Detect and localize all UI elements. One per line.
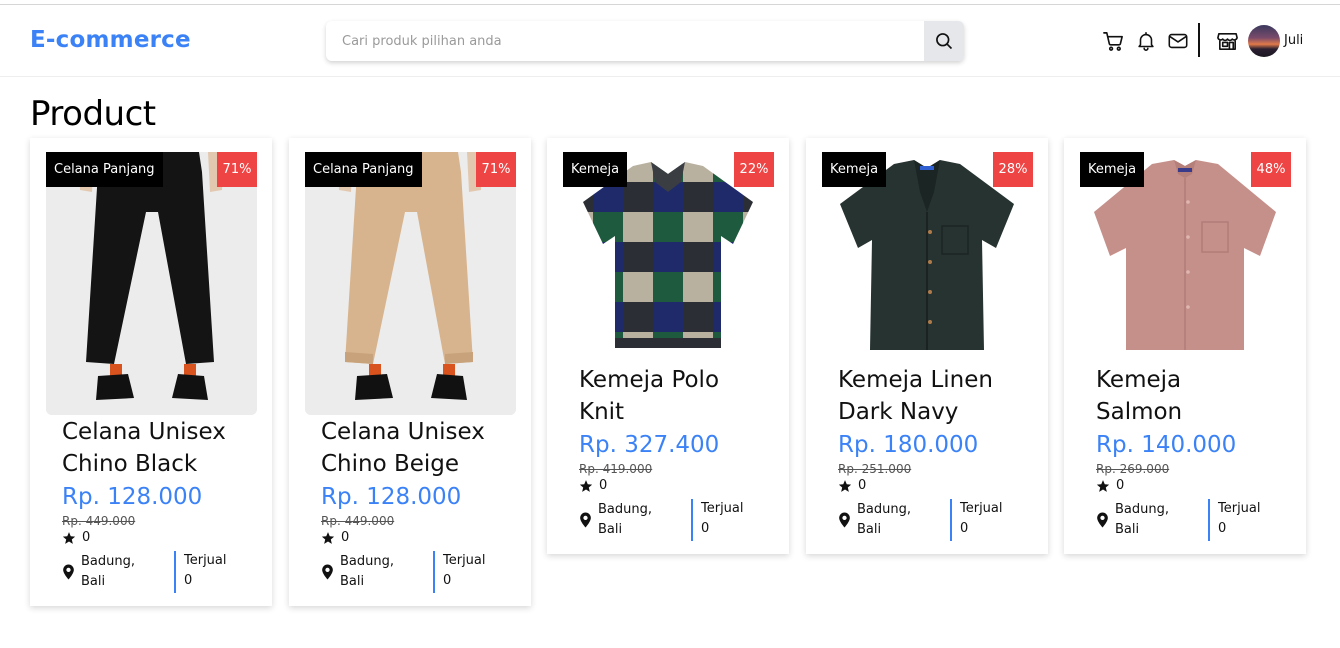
- location: Badung, Bali: [1096, 499, 1208, 541]
- location-pin-icon: [322, 564, 333, 580]
- star-icon: [321, 531, 335, 544]
- user-name[interactable]: Juli: [1284, 33, 1303, 48]
- product-name: Celana Unisex Chino Beige: [321, 419, 485, 477]
- product-name: Kemeja Linen Dark Navy: [838, 367, 993, 425]
- product-price: Rp. 128.000: [62, 484, 203, 510]
- category-badge: Kemeja: [563, 152, 628, 187]
- avatar[interactable]: [1248, 25, 1280, 57]
- original-price: Rp. 449.000: [321, 514, 395, 528]
- bell-icon: [1138, 31, 1154, 51]
- rating: 0: [1096, 478, 1286, 493]
- discount-badge: 22%: [734, 152, 774, 187]
- search-icon: [936, 33, 953, 50]
- mail-icon: [1168, 33, 1188, 49]
- star-icon: [579, 479, 593, 492]
- navbar: E-commerce Juli: [0, 5, 1340, 77]
- product-price: Rp. 180.000: [838, 432, 979, 458]
- store-button[interactable]: [1215, 29, 1239, 53]
- sold-count: Terjual 0: [1208, 499, 1261, 541]
- store-icon: [1216, 32, 1238, 50]
- discount-badge: 48%: [1251, 152, 1291, 187]
- product-card[interactable]: Kemeja 22% Kemeja Polo Knit Rp. 327.400 R…: [547, 138, 789, 554]
- product-price: Rp. 140.000: [1096, 432, 1237, 458]
- sold-count: Terjual 0: [174, 551, 227, 593]
- star-icon: [1096, 479, 1110, 492]
- location-pin-icon: [1097, 512, 1108, 528]
- product-card[interactable]: Kemeja 48% Kemeja Salmon Rp. 140.000 Rp. …: [1064, 138, 1306, 554]
- sold-count: Terjual 0: [950, 499, 1003, 541]
- product-price: Rp. 327.400: [579, 432, 720, 458]
- product-image: [46, 152, 257, 415]
- rating: 0: [62, 530, 252, 545]
- category-badge: Celana Panjang: [46, 152, 163, 187]
- discount-badge: 71%: [217, 152, 257, 187]
- star-icon: [62, 531, 76, 544]
- product-card[interactable]: Celana Panjang 71% Celana Unisex Chino Be…: [289, 138, 531, 606]
- notification-button[interactable]: [1134, 29, 1158, 53]
- rating: 0: [321, 530, 511, 545]
- discount-badge: 71%: [476, 152, 516, 187]
- location: Badung, Bali: [62, 551, 174, 593]
- product-price: Rp. 128.000: [321, 484, 462, 510]
- location-pin-icon: [839, 512, 850, 528]
- location-pin-icon: [580, 512, 591, 528]
- star-icon: [838, 479, 852, 492]
- cart-button[interactable]: [1101, 29, 1125, 53]
- sold-count: Terjual 0: [433, 551, 486, 593]
- cart-icon: [1102, 31, 1123, 51]
- product-image: [305, 152, 516, 415]
- original-price: Rp. 269.000: [1096, 462, 1170, 476]
- search-input[interactable]: [326, 21, 924, 61]
- sold-count: Terjual 0: [691, 499, 744, 541]
- location: Badung, Bali: [321, 551, 433, 593]
- category-badge: Kemeja: [822, 152, 887, 187]
- search-button[interactable]: [924, 21, 964, 61]
- category-badge: Kemeja: [1080, 152, 1145, 187]
- original-price: Rp. 449.000: [62, 514, 136, 528]
- original-price: Rp. 419.000: [579, 462, 653, 476]
- category-badge: Celana Panjang: [305, 152, 422, 187]
- nav-divider: [1198, 23, 1200, 57]
- rating: 0: [579, 478, 769, 493]
- product-name: Celana Unisex Chino Black: [62, 419, 226, 477]
- discount-badge: 28%: [993, 152, 1033, 187]
- product-card[interactable]: Kemeja 28% Kemeja Linen Dark Navy Rp. 180…: [806, 138, 1048, 554]
- location-pin-icon: [63, 564, 74, 580]
- message-button[interactable]: [1165, 29, 1191, 53]
- location: Badung, Bali: [579, 499, 691, 541]
- product-card[interactable]: Celana Panjang 71% Celana Unisex Chino Bl…: [30, 138, 272, 606]
- original-price: Rp. 251.000: [838, 462, 912, 476]
- search-bar: [326, 21, 964, 61]
- brand-logo[interactable]: E-commerce: [30, 27, 191, 53]
- product-name: Kemeja Salmon: [1096, 367, 1183, 425]
- rating: 0: [838, 478, 1028, 493]
- page-title: Product: [30, 94, 156, 134]
- location: Badung, Bali: [838, 499, 950, 541]
- product-name: Kemeja Polo Knit: [579, 367, 720, 425]
